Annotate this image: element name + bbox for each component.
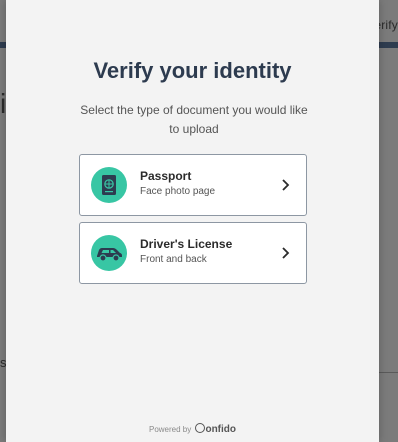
drivers-license-option-button[interactable]: Driver's License Front and back (79, 222, 307, 284)
modal-title: Verify your identity (93, 58, 292, 83)
onfido-brand: onfido (205, 424, 237, 435)
drivers-license-option-subtitle: Front and back (140, 254, 207, 265)
chevron-right-icon (282, 179, 290, 191)
background-divider (378, 372, 398, 373)
powered-by-label: Powered by (148, 425, 192, 434)
passport-option-subtitle: Face photo page (140, 186, 216, 197)
powered-by-footer[interactable]: Powered by onfido (6, 423, 379, 435)
onfido-logo-icon (195, 423, 206, 433)
passport-option-button[interactable]: Passport Face photo page (79, 154, 307, 216)
passport-icon (91, 167, 127, 203)
verify-identity-modal: Verify your identity Select the type of … (6, 0, 379, 442)
drivers-license-option-title: Driver's License (140, 237, 233, 251)
chevron-right-icon (282, 247, 290, 259)
car-icon (91, 235, 127, 271)
modal-subtitle: Select the type of document you would li… (80, 103, 308, 136)
passport-option-title: Passport (140, 169, 192, 183)
